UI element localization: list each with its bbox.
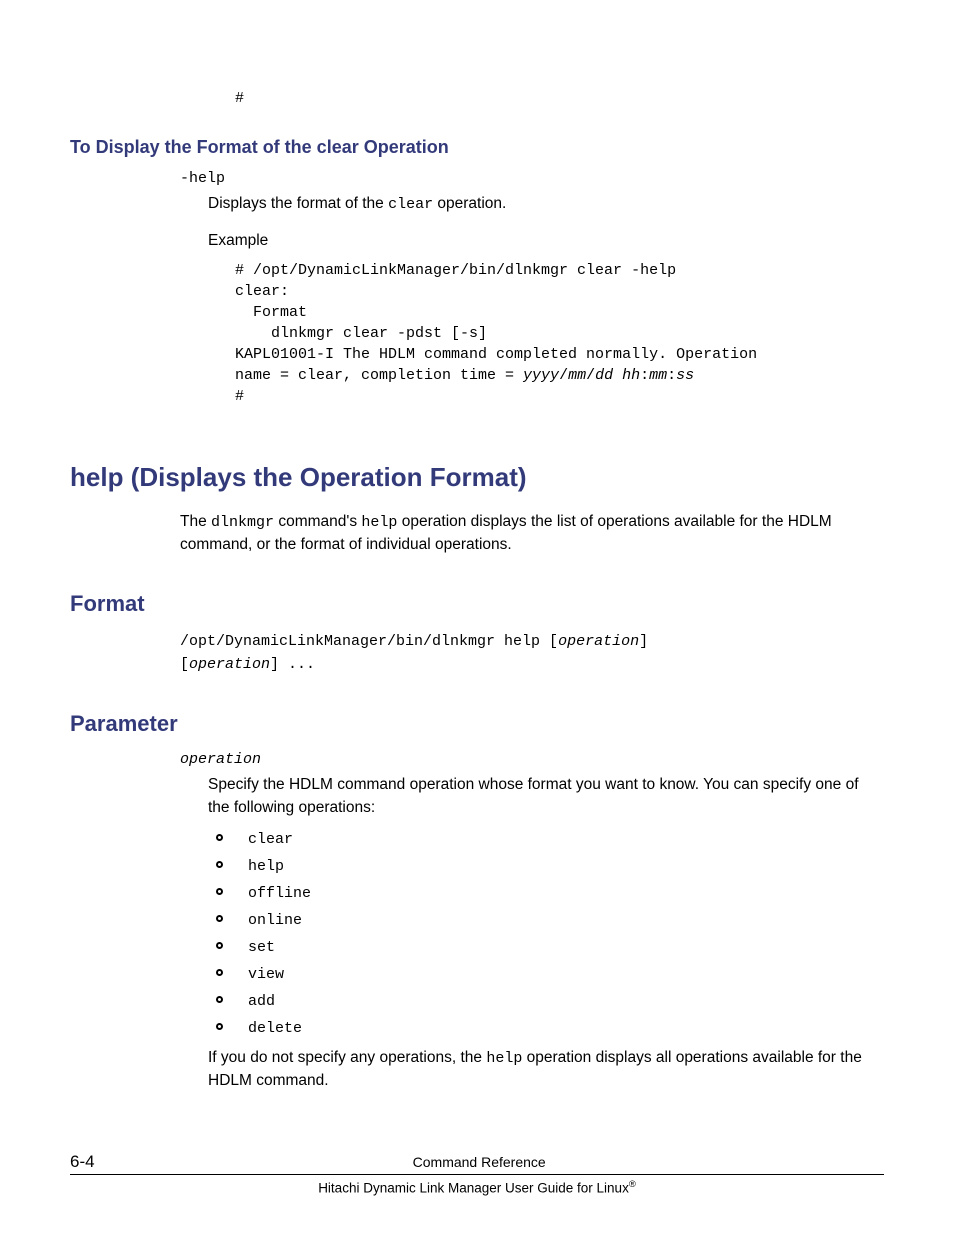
- code-it4: mm: [649, 367, 667, 384]
- param-desc: Specify the HDLM command operation whose…: [208, 774, 884, 819]
- code-sep3: :: [640, 367, 649, 384]
- list-item: clear: [208, 829, 884, 850]
- footer-book-title: Hitachi Dynamic Link Manager User Guide …: [70, 1179, 884, 1196]
- after-pre: If you do not specify any operations, th…: [208, 1049, 486, 1066]
- fmt-l1-post: ]: [639, 633, 648, 650]
- code-sep2: /: [586, 367, 595, 384]
- page-number: 6-4: [70, 1152, 95, 1172]
- intro-pre: The: [180, 513, 211, 530]
- intro-code2: help: [361, 514, 397, 531]
- term-help-flag: -help: [180, 170, 884, 187]
- fmt-l1-pre: /opt/DynamicLinkManager/bin/dlnkmgr help…: [180, 633, 558, 650]
- code-sep4: :: [667, 367, 676, 384]
- code-sep1: /: [559, 367, 568, 384]
- code-it5: ss: [676, 367, 694, 384]
- heading-help-operation: help (Displays the Operation Format): [70, 462, 884, 493]
- fmt-l2-post: ] ...: [270, 656, 315, 673]
- intro-code1: dlnkmgr: [211, 514, 274, 531]
- fmt-l2-it: operation: [189, 656, 270, 673]
- list-item: add: [208, 991, 884, 1012]
- desc-text-post: operation.: [433, 195, 506, 212]
- intro-mid1: command's: [274, 513, 361, 530]
- code-part1: # /opt/DynamicLinkManager/bin/dlnkmgr cl…: [235, 262, 757, 384]
- code-it3: dd hh: [595, 367, 640, 384]
- list-item: help: [208, 856, 884, 877]
- footer-chapter-title: Command Reference: [95, 1154, 864, 1170]
- code-fragment-hash: #: [235, 90, 884, 107]
- list-item: online: [208, 910, 884, 931]
- footer-line1: 6-4 Command Reference 6-4: [70, 1152, 884, 1175]
- code-it1: yyyy: [523, 367, 559, 384]
- param-term-operation: operation: [180, 751, 884, 768]
- heading-parameter: Parameter: [70, 711, 884, 737]
- format-syntax: /opt/DynamicLinkManager/bin/dlnkmgr help…: [180, 631, 884, 676]
- heading-format: Format: [70, 591, 884, 617]
- param-after: If you do not specify any operations, th…: [208, 1047, 884, 1092]
- fmt-l1-it: operation: [558, 633, 639, 650]
- heading-clear-help: To Display the Format of the clear Opera…: [70, 137, 884, 158]
- desc-help-flag: Displays the format of the clear operati…: [208, 193, 884, 216]
- list-item: delete: [208, 1018, 884, 1039]
- operations-list: clear help offline online set view add d…: [208, 829, 884, 1039]
- list-item: offline: [208, 883, 884, 904]
- desc-code-clear: clear: [388, 196, 433, 213]
- page-footer: 6-4 Command Reference 6-4 Hitachi Dynami…: [70, 1152, 884, 1196]
- example-label: Example: [208, 230, 884, 252]
- fmt-l2-pre: [: [180, 656, 189, 673]
- desc-text-pre: Displays the format of the: [208, 195, 388, 212]
- list-item: view: [208, 964, 884, 985]
- after-code: help: [486, 1050, 522, 1067]
- registered-mark: ®: [629, 1179, 636, 1190]
- book-title-text: Hitachi Dynamic Link Manager User Guide …: [318, 1180, 629, 1195]
- code-it2: mm: [568, 367, 586, 384]
- code-end: #: [235, 388, 244, 405]
- example-code-block: # /opt/DynamicLinkManager/bin/dlnkmgr cl…: [235, 260, 884, 407]
- list-item: set: [208, 937, 884, 958]
- help-intro: The dlnkmgr command's help operation dis…: [180, 511, 884, 556]
